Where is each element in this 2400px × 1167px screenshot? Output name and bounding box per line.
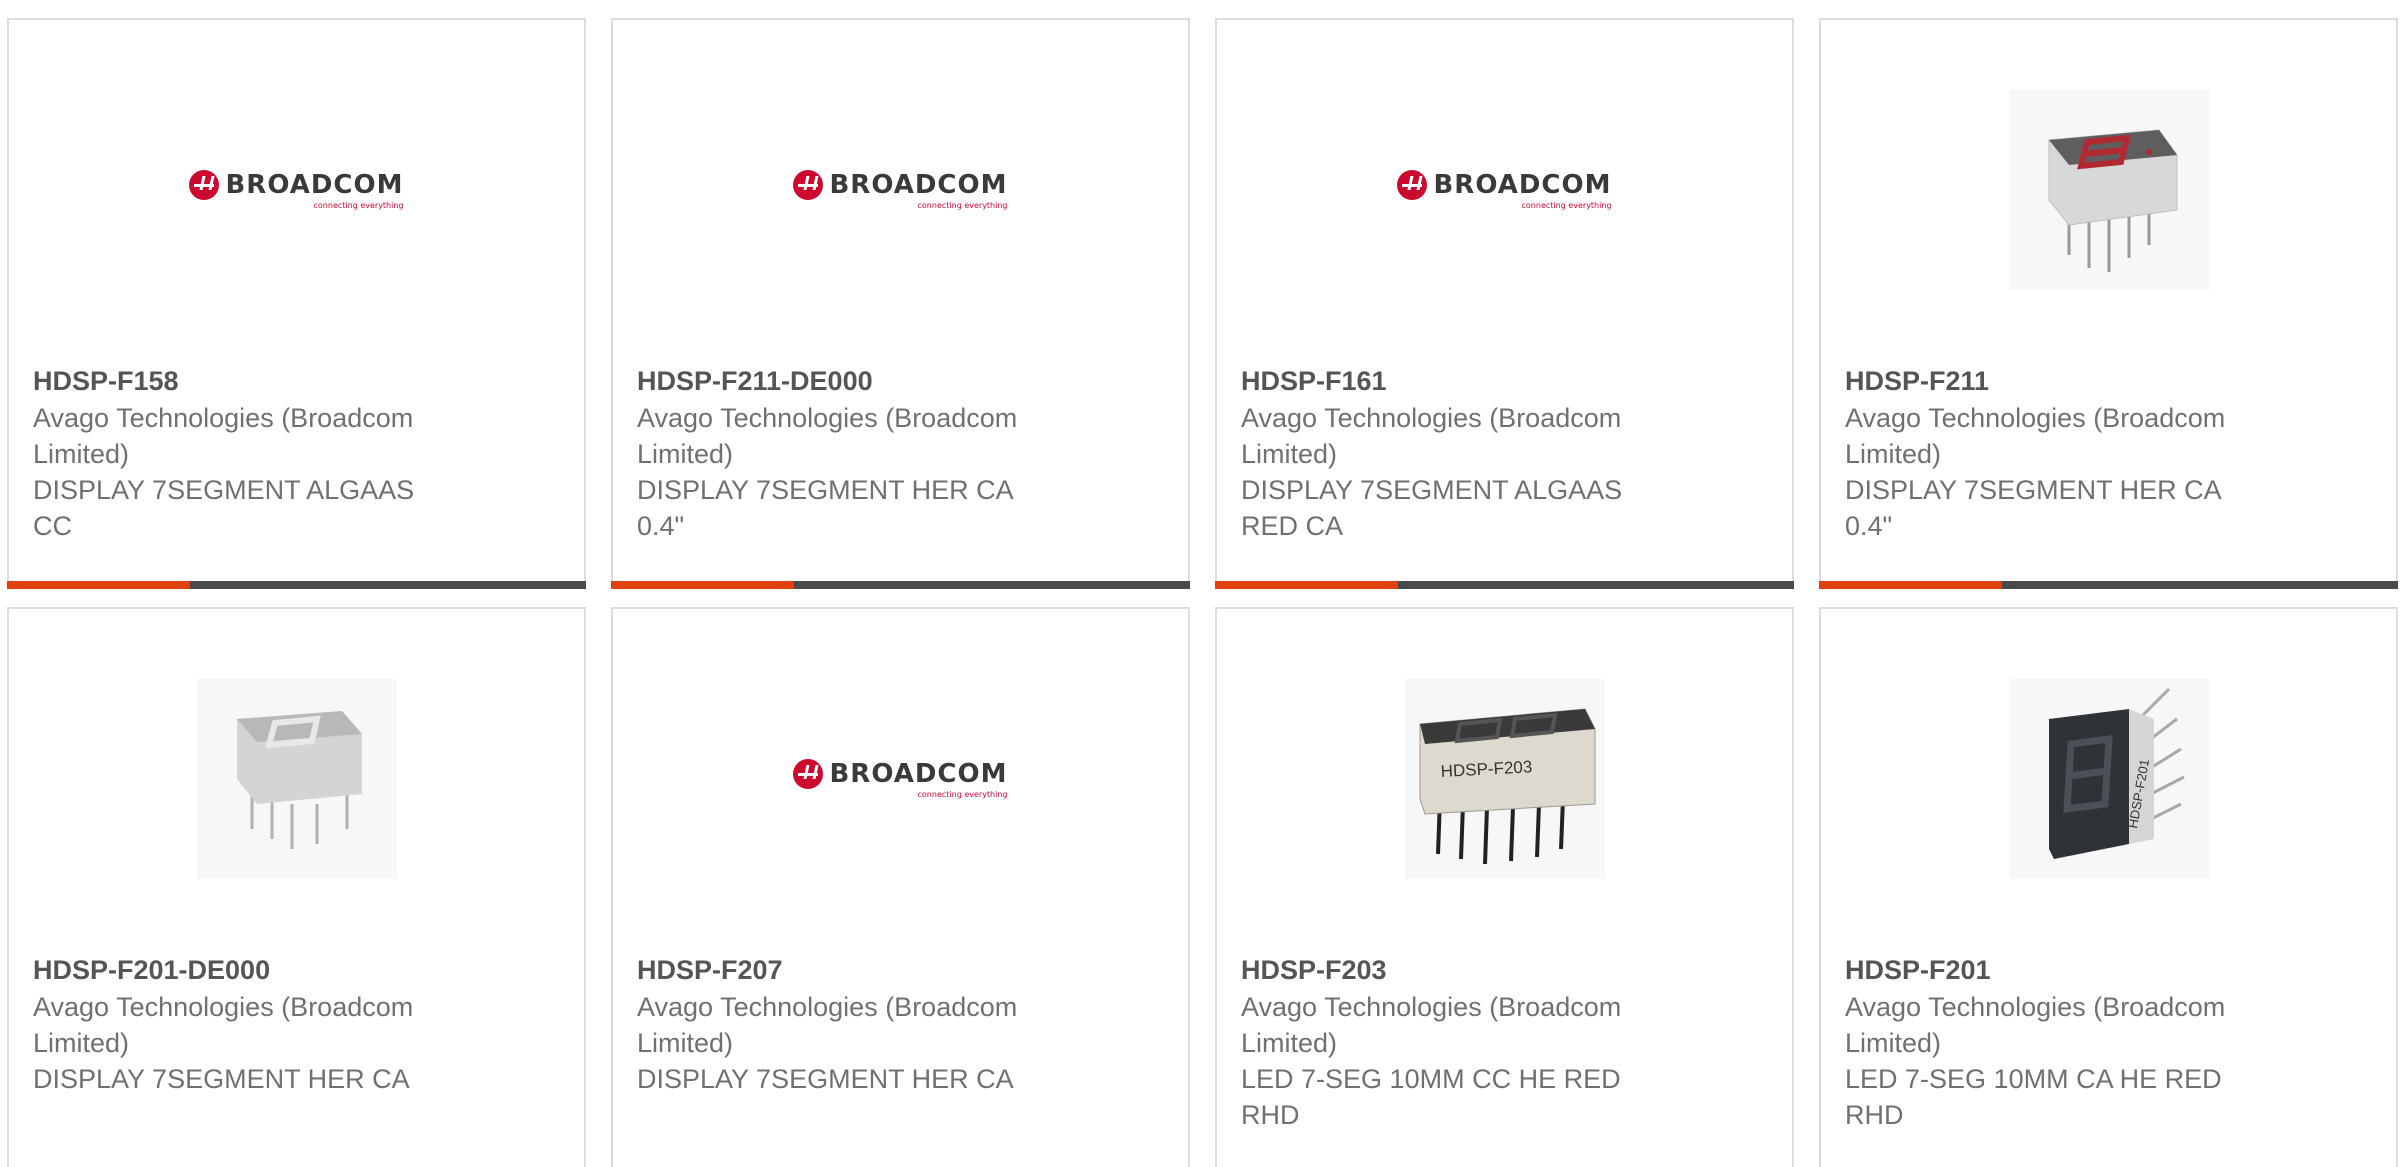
part-number-link[interactable]: HDSP-F158 [33, 362, 453, 400]
product-image[interactable]: BROADCOM connecting everything [9, 20, 584, 360]
product-card[interactable]: HDSP-F201 HDSP-F201 Avago Technologies (… [1819, 607, 2398, 1167]
product-info: HDSP-F211-DE000 Avago Technologies (Broa… [637, 362, 1057, 544]
manufacturer: Avago Technologies (Broadcom Limited) [637, 992, 1018, 1058]
broadcom-logo: BROADCOM connecting everything [793, 170, 1008, 210]
broadcom-mark-icon [189, 170, 220, 200]
product-info: HDSP-F158 Avago Technologies (Broadcom L… [33, 362, 453, 544]
product-card[interactable]: HDSP-F203 HDSP-F203 Avago Technologies (… [1215, 607, 1794, 1167]
product-image[interactable]: BROADCOM connecting everything [1217, 20, 1792, 360]
seven-segment-red-photo [2008, 90, 2209, 290]
product-image[interactable]: BROADCOM connecting everything [613, 609, 1188, 949]
broadcom-logo: BROADCOM connecting everything [189, 170, 404, 210]
description: DISPLAY 7SEGMENT ALGAAS CC [33, 475, 415, 541]
product-info: HDSP-F161 Avago Technologies (Broadcom L… [1241, 362, 1661, 544]
broadcom-mark-icon [1397, 170, 1428, 200]
product-card[interactable]: BROADCOM connecting everything HDSP-F161… [1215, 18, 1794, 589]
manufacturer: Avago Technologies (Broadcom Limited) [33, 992, 414, 1058]
product-image[interactable] [1821, 20, 2396, 360]
product-card[interactable]: HDSP-F201-DE000 Avago Technologies (Broa… [7, 607, 586, 1167]
part-number-link[interactable]: HDSP-F161 [1241, 362, 1661, 400]
manufacturer: Avago Technologies (Broadcom Limited) [1845, 992, 2226, 1058]
manufacturer: Avago Technologies (Broadcom Limited) [33, 403, 414, 469]
manufacturer: Avago Technologies (Broadcom Limited) [1845, 403, 2226, 469]
manufacturer: Avago Technologies (Broadcom Limited) [1241, 992, 1622, 1058]
product-info: HDSP-F201-DE000 Avago Technologies (Broa… [33, 951, 453, 1097]
product-image[interactable]: HDSP-F203 [1217, 609, 1792, 949]
broadcom-mark-icon [793, 170, 824, 200]
broadcom-logo: BROADCOM connecting everything [1397, 170, 1612, 210]
part-number-link[interactable]: HDSP-F211-DE000 [637, 362, 1057, 400]
product-image[interactable]: BROADCOM connecting everything [613, 20, 1188, 360]
part-number-link[interactable]: HDSP-F211 [1845, 362, 2265, 400]
description: DISPLAY 7SEGMENT ALGAAS RED CA [1241, 475, 1623, 541]
part-number-link[interactable]: HDSP-F203 [1241, 951, 1661, 989]
broadcom-logo: BROADCOM connecting everything [793, 759, 1008, 799]
product-info: HDSP-F201 Avago Technologies (Broadcom L… [1845, 951, 2265, 1133]
product-card[interactable]: BROADCOM connecting everything HDSP-F211… [611, 18, 1190, 589]
seven-segment-grey-photo [196, 679, 397, 879]
manufacturer: Avago Technologies (Broadcom Limited) [1241, 403, 1622, 469]
card-bottom-bar [611, 581, 1190, 589]
description: DISPLAY 7SEGMENT HER CA [33, 1064, 410, 1094]
broadcom-mark-icon [793, 759, 824, 789]
product-image[interactable] [9, 609, 584, 949]
product-card[interactable]: BROADCOM connecting everything HDSP-F207… [611, 607, 1190, 1167]
part-number-link[interactable]: HDSP-F201-DE000 [33, 951, 453, 989]
card-bottom-bar [1819, 581, 2398, 589]
dual-digit-display-photo: HDSP-F203 [1404, 679, 1605, 879]
description: DISPLAY 7SEGMENT HER CA 0.4" [1845, 475, 2221, 541]
card-bottom-bar [1215, 581, 1794, 589]
seven-segment-dark-photo: HDSP-F201 [2008, 679, 2209, 879]
product-image[interactable]: HDSP-F201 [1821, 609, 2396, 949]
card-bottom-bar [7, 581, 586, 589]
product-info: HDSP-F203 Avago Technologies (Broadcom L… [1241, 951, 1661, 1133]
product-card[interactable]: BROADCOM connecting everything HDSP-F158… [7, 18, 586, 589]
description: DISPLAY 7SEGMENT HER CA [637, 1064, 1014, 1094]
product-card[interactable]: HDSP-F211 Avago Technologies (Broadcom L… [1819, 18, 2398, 589]
manufacturer: Avago Technologies (Broadcom Limited) [637, 403, 1018, 469]
description: LED 7-SEG 10MM CC HE RED RHD [1241, 1064, 1621, 1130]
product-info: HDSP-F207 Avago Technologies (Broadcom L… [637, 951, 1057, 1097]
description: DISPLAY 7SEGMENT HER CA 0.4" [637, 475, 1013, 541]
description: LED 7-SEG 10MM CA HE RED RHD [1845, 1064, 2222, 1130]
part-number-link[interactable]: HDSP-F201 [1845, 951, 2265, 989]
part-number-link[interactable]: HDSP-F207 [637, 951, 1057, 989]
product-info: HDSP-F211 Avago Technologies (Broadcom L… [1845, 362, 2265, 544]
